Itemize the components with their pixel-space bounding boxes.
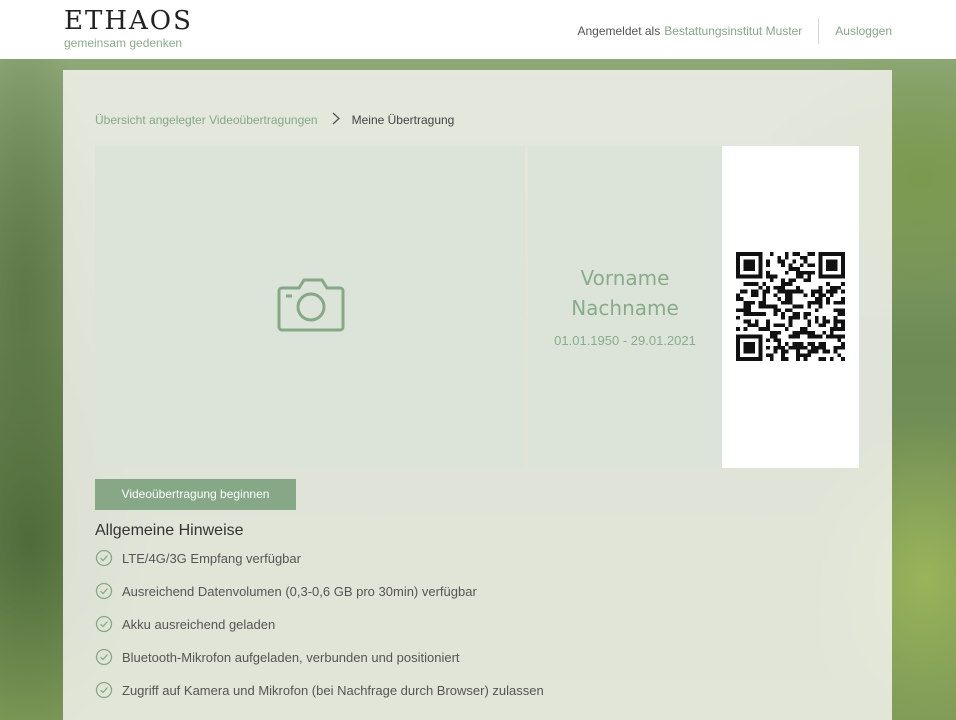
hint-item: Akku ausreichend geladen — [95, 614, 275, 634]
person-name: Vorname Nachname — [528, 263, 722, 323]
qr-code — [736, 252, 845, 366]
breadcrumb-overview-link[interactable]: Übersicht angelegter Videoübertragungen — [95, 113, 318, 127]
hint-text: LTE/4G/3G Empfang verfügbar — [122, 550, 301, 566]
user-area: Angemeldet als Bestattungsinstitut Muste… — [577, 18, 892, 44]
hint-text: Ausreichend Datenvolumen (0,3-0,6 GB pro… — [122, 583, 477, 599]
camera-icon — [277, 276, 345, 337]
logo-title: ETHAOS — [64, 6, 193, 36]
logged-in-user: Bestattungsinstitut Muster — [664, 24, 803, 38]
breadcrumb: Übersicht angelegter Videoübertragungen … — [95, 112, 454, 127]
photo-upload-area[interactable] — [95, 146, 525, 468]
check-circle-icon — [95, 681, 113, 699]
first-name: Vorname — [580, 266, 670, 290]
last-name: Nachname — [571, 296, 679, 320]
qr-tile — [722, 146, 859, 468]
logged-in-prefix: Angemeldet als — [577, 24, 661, 38]
logo[interactable]: ETHAOS gemeinsam gedenken — [64, 6, 193, 50]
check-circle-icon — [95, 582, 113, 600]
check-circle-icon — [95, 549, 113, 567]
hint-text: Akku ausreichend geladen — [122, 616, 276, 632]
life-dates: 01.01.1950 - 29.01.2021 — [554, 333, 696, 348]
hint-item: LTE/4G/3G Empfang verfügbar — [95, 548, 301, 568]
logo-subtitle: gemeinsam gedenken — [64, 36, 183, 50]
check-circle-icon — [95, 615, 113, 633]
hint-item: Bluetooth-Mikrofon aufgeladen, verbunden… — [95, 647, 460, 667]
hint-item: Ausreichend Datenvolumen (0,3-0,6 GB pro… — [95, 581, 477, 601]
header-divider — [818, 18, 820, 44]
hints-title: Allgemeine Hinweise — [95, 522, 244, 539]
chevron-right-icon — [332, 112, 340, 127]
hint-text: Bluetooth-Mikrofon aufgeladen, verbunden… — [122, 649, 460, 665]
check-circle-icon — [95, 648, 113, 666]
start-video-button[interactable]: Videoübertragung beginnen — [95, 479, 296, 510]
hint-text: Zugriff auf Kamera und Mikrofon (bei Nac… — [122, 682, 544, 698]
top-header: ETHAOS gemeinsam gedenken Angemeldet als… — [0, 0, 956, 59]
logout-link[interactable]: Ausloggen — [835, 24, 892, 38]
hint-item: Zugriff auf Kamera und Mikrofon (bei Nac… — [95, 680, 544, 700]
breadcrumb-current: Meine Übertragung — [351, 112, 455, 127]
person-info-tile: Vorname Nachname 01.01.1950 - 29.01.2021 — [528, 146, 722, 468]
content-panel: Übersicht angelegter Videoübertragungen … — [63, 70, 892, 720]
